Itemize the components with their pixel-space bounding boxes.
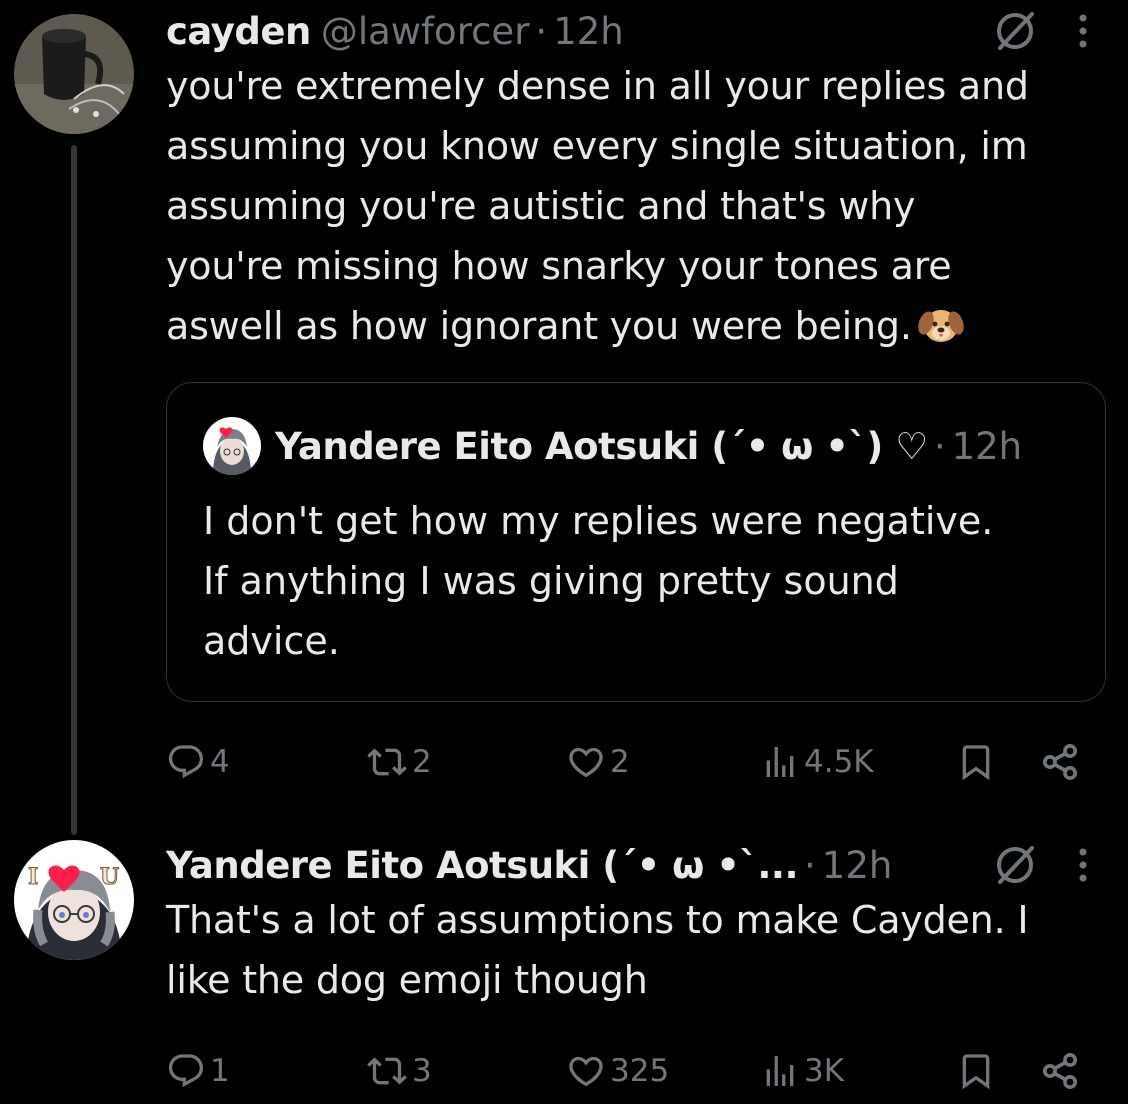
tweet-text-line: assuming you're autistic and that's why (166, 184, 916, 228)
reply-icon (168, 1054, 204, 1088)
avatar-image (14, 14, 134, 134)
share-icon (1042, 1053, 1078, 1089)
tweet-text-line: like the dog emoji though (166, 958, 648, 1002)
tweet-header: Yandere Eito Aotsuki (´• ω •`... · 12h (166, 840, 1098, 890)
quoted-avatar-image (203, 417, 261, 475)
tweet-text-line: assuming you know every single situation… (166, 124, 1028, 168)
repost-icon (367, 748, 407, 776)
quoted-tweet[interactable]: Yandere Eito Aotsuki (´• ω •`) ♡ · 12h I… (166, 382, 1106, 702)
avatar-image: I U (14, 840, 134, 960)
display-name[interactable]: Yandere Eito Aotsuki (´• ω •`... (166, 844, 799, 887)
views-icon (766, 1056, 794, 1086)
share-button[interactable] (1038, 1046, 1086, 1096)
user-handle[interactable]: @lawforcer (321, 10, 530, 53)
tweet-actions: 1 3 325 3K (166, 1046, 1096, 1096)
tweet-text-line: aswell as how ignorant you were being. (166, 296, 1098, 356)
like-button[interactable]: 325 (566, 1046, 669, 1096)
grok-icon[interactable] (990, 6, 1040, 56)
tweet-reply[interactable]: Yandere Eito Aotsuki (´• ω •`... · 12h T… (166, 840, 1098, 1010)
quoted-text-line: If anything I was giving pretty sound (203, 559, 899, 603)
tweet-text-last: aswell as how ignorant you were being. (166, 304, 912, 348)
repost-button[interactable]: 3 (366, 1046, 432, 1096)
separator-dot: · (933, 424, 946, 468)
separator-dot: · (804, 843, 816, 887)
like-count: 2 (610, 744, 630, 780)
avatar[interactable]: I U (14, 840, 134, 960)
quoted-timestamp[interactable]: 12h (952, 425, 1023, 468)
bookmark-icon (962, 1054, 990, 1090)
views-count: 3K (804, 1053, 845, 1089)
quoted-avatar (203, 417, 261, 475)
tweet-text: That's a lot of assumptions to make Cayd… (166, 890, 1098, 1010)
views-button[interactable]: 4.5K (760, 737, 874, 787)
thread-connector (71, 145, 77, 835)
share-button[interactable] (1038, 737, 1086, 787)
reply-button[interactable]: 4 (166, 737, 230, 787)
more-icon[interactable] (1076, 6, 1090, 56)
tweet-header: cayden @lawforcer · 12h (166, 6, 1098, 56)
bookmark-icon (962, 745, 990, 781)
tweet-text-line: you're extremely dense in all your repli… (166, 64, 1029, 108)
grok-icon[interactable] (990, 840, 1040, 890)
reply-button[interactable]: 1 (166, 1046, 230, 1096)
repost-icon (367, 1057, 407, 1085)
share-icon (1042, 744, 1078, 780)
quoted-text-line: I don't get how my replies were negative… (203, 499, 994, 543)
bookmark-button[interactable] (956, 737, 1000, 787)
separator-dot: · (535, 9, 548, 53)
like-icon (569, 747, 603, 778)
quoted-tweet-header: Yandere Eito Aotsuki (´• ω •`) ♡ · 12h (203, 417, 1022, 475)
timestamp[interactable]: 12h (553, 10, 624, 53)
tweet-text-line: you're missing how snarky your tones are (166, 244, 952, 288)
dog-face-emoji-icon (917, 310, 964, 342)
display-name[interactable]: cayden (166, 10, 311, 53)
timestamp[interactable]: 12h (822, 844, 893, 887)
more-icon[interactable] (1076, 840, 1090, 890)
svg-text:I: I (28, 864, 38, 890)
views-count: 4.5K (804, 744, 874, 780)
tweet-cayden[interactable]: cayden @lawforcer · 12h you're extremely… (166, 6, 1098, 356)
tweet-text: you're extremely dense in all your repli… (166, 56, 1098, 356)
quoted-tweet-text: I don't get how my replies were negative… (203, 491, 993, 671)
avatar[interactable] (14, 14, 134, 134)
reply-icon (168, 745, 204, 779)
reply-count: 1 (210, 1053, 230, 1089)
bookmark-button[interactable] (956, 1046, 1000, 1096)
quoted-display-name[interactable]: Yandere Eito Aotsuki (´• ω •`) ♡ (275, 425, 928, 468)
repost-button[interactable]: 2 (366, 737, 432, 787)
views-button[interactable]: 3K (760, 1046, 844, 1096)
like-icon (569, 1056, 603, 1087)
quoted-text-line: advice. (203, 619, 340, 663)
views-icon (766, 747, 794, 777)
svg-text:U: U (100, 864, 119, 890)
tweet-actions: 4 2 2 4.5K (166, 737, 1096, 787)
repost-count: 3 (412, 1053, 432, 1089)
like-count: 325 (610, 1053, 670, 1089)
repost-count: 2 (412, 744, 432, 780)
like-button[interactable]: 2 (566, 737, 630, 787)
reply-count: 4 (210, 744, 230, 780)
tweet-text-line: That's a lot of assumptions to make Cayd… (166, 898, 1029, 942)
